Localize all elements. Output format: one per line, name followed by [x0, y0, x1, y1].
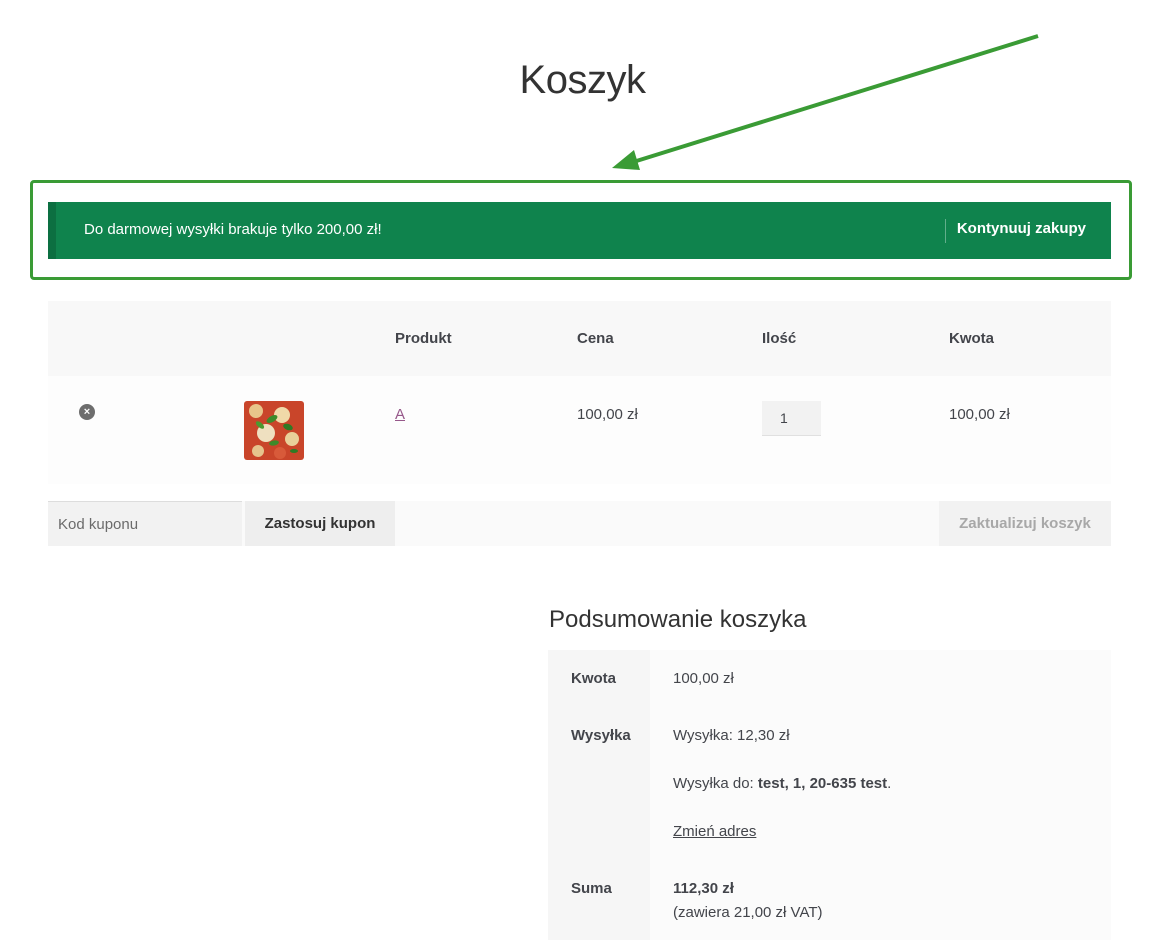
apply-coupon-button[interactable]: Zastosuj kupon — [245, 501, 395, 546]
coupon-input[interactable] — [48, 501, 242, 546]
subtotal-value: 100,00 zł — [673, 670, 734, 687]
change-address-link[interactable]: Zmień adres — [673, 823, 756, 840]
update-cart-button[interactable]: Zaktualizuj koszyk — [939, 501, 1111, 546]
header-quantity: Ilość — [762, 330, 797, 347]
product-link[interactable]: A — [395, 406, 405, 423]
shipping-label: Wysyłka — [571, 727, 631, 744]
product-thumbnail[interactable] — [244, 401, 304, 460]
totals-row-total: Suma 112,30 zł (zawiera 21,00 zł VAT) — [548, 860, 1111, 940]
cart-totals-title: Podsumowanie koszyka — [549, 606, 807, 633]
shipping-destination: Wysyłka do: test, 1, 20-635 test. — [673, 775, 891, 792]
table-row — [48, 376, 1111, 484]
continue-shopping-button[interactable]: Kontynuuj zakupy — [957, 220, 1086, 237]
page-title: Koszyk — [519, 58, 646, 102]
totals-row-subtotal: Kwota 100,00 zł — [548, 650, 1111, 707]
free-shipping-notice: Do darmowej wysyłki brakuje tylko 200,00… — [48, 202, 1111, 259]
notice-separator — [945, 219, 946, 243]
subtotal-label: Kwota — [571, 670, 616, 687]
shipping-address: test, 1, 20-635 test — [757, 775, 888, 792]
subtotal-cell: 100,00 zł — [949, 406, 1010, 423]
vat-note: (zawiera 21,00 zł VAT) — [673, 904, 823, 921]
shipping-destination-prefix: Wysyłka do: — [673, 775, 754, 792]
quantity-input[interactable] — [762, 401, 821, 436]
shipping-method: Wysyłka: 12,30 zł — [673, 727, 790, 744]
header-product: Produkt — [395, 330, 452, 347]
totals-row-shipping: Wysyłka Wysyłka: 12,30 zł Wysyłka do: te… — [548, 707, 1111, 860]
total-value: 112,30 zł — [673, 880, 734, 897]
cart-table: Produkt Cena Ilość Kwota × A 100,00 zł 1… — [48, 301, 1111, 484]
cart-table-header: Produkt Cena Ilość Kwota — [48, 301, 1111, 376]
header-subtotal: Kwota — [949, 330, 994, 347]
header-price: Cena — [577, 330, 614, 347]
total-label: Suma — [571, 880, 612, 897]
remove-icon[interactable]: × — [79, 404, 95, 420]
product-name-cell: A — [395, 406, 405, 423]
notice-message: Do darmowej wysyłki brakuje tylko 200,00… — [84, 221, 382, 238]
shipping-destination-suffix: . — [887, 775, 892, 792]
price-cell: 100,00 zł — [577, 406, 638, 423]
cart-totals-table: Kwota 100,00 zł Wysyłka Wysyłka: 12,30 z… — [548, 650, 1111, 940]
